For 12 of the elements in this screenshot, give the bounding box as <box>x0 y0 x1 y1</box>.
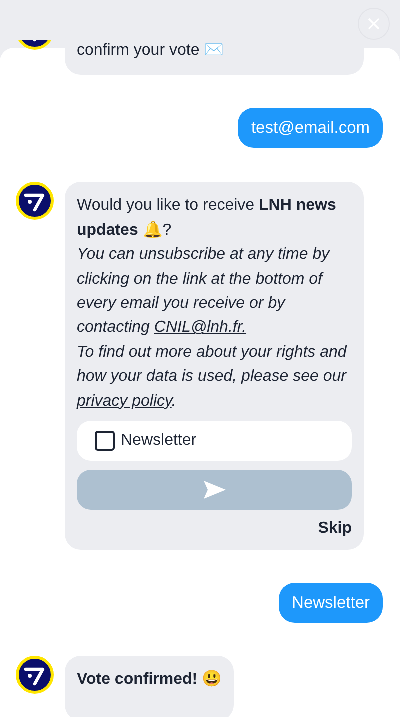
option-label: Newsletter <box>121 430 197 451</box>
privacy-note: You can unsubscribe at any time by clicking on the link at the bottom of every email you receive or by contacting CNIL@lnh.fr. To find out more about your rights and how your data is used, please see our privacy policy. <box>77 245 348 412</box>
bot-message: Vote confirmed! 😃 <box>65 656 234 717</box>
send-icon <box>202 480 226 500</box>
note-link[interactable]: privacy policy <box>77 392 172 410</box>
user-message: Newsletter <box>279 583 383 624</box>
checkbox[interactable] <box>95 431 115 452</box>
checkbox-option[interactable]: Newsletter <box>77 421 352 462</box>
question-text: Would you like to receive LNH news updates 🔔? <box>77 196 338 241</box>
skip-button[interactable]: Skip <box>318 519 352 540</box>
note-link[interactable]: CNIL@lnh.fr. <box>154 319 247 336</box>
user-message: test@email.com <box>238 108 383 148</box>
